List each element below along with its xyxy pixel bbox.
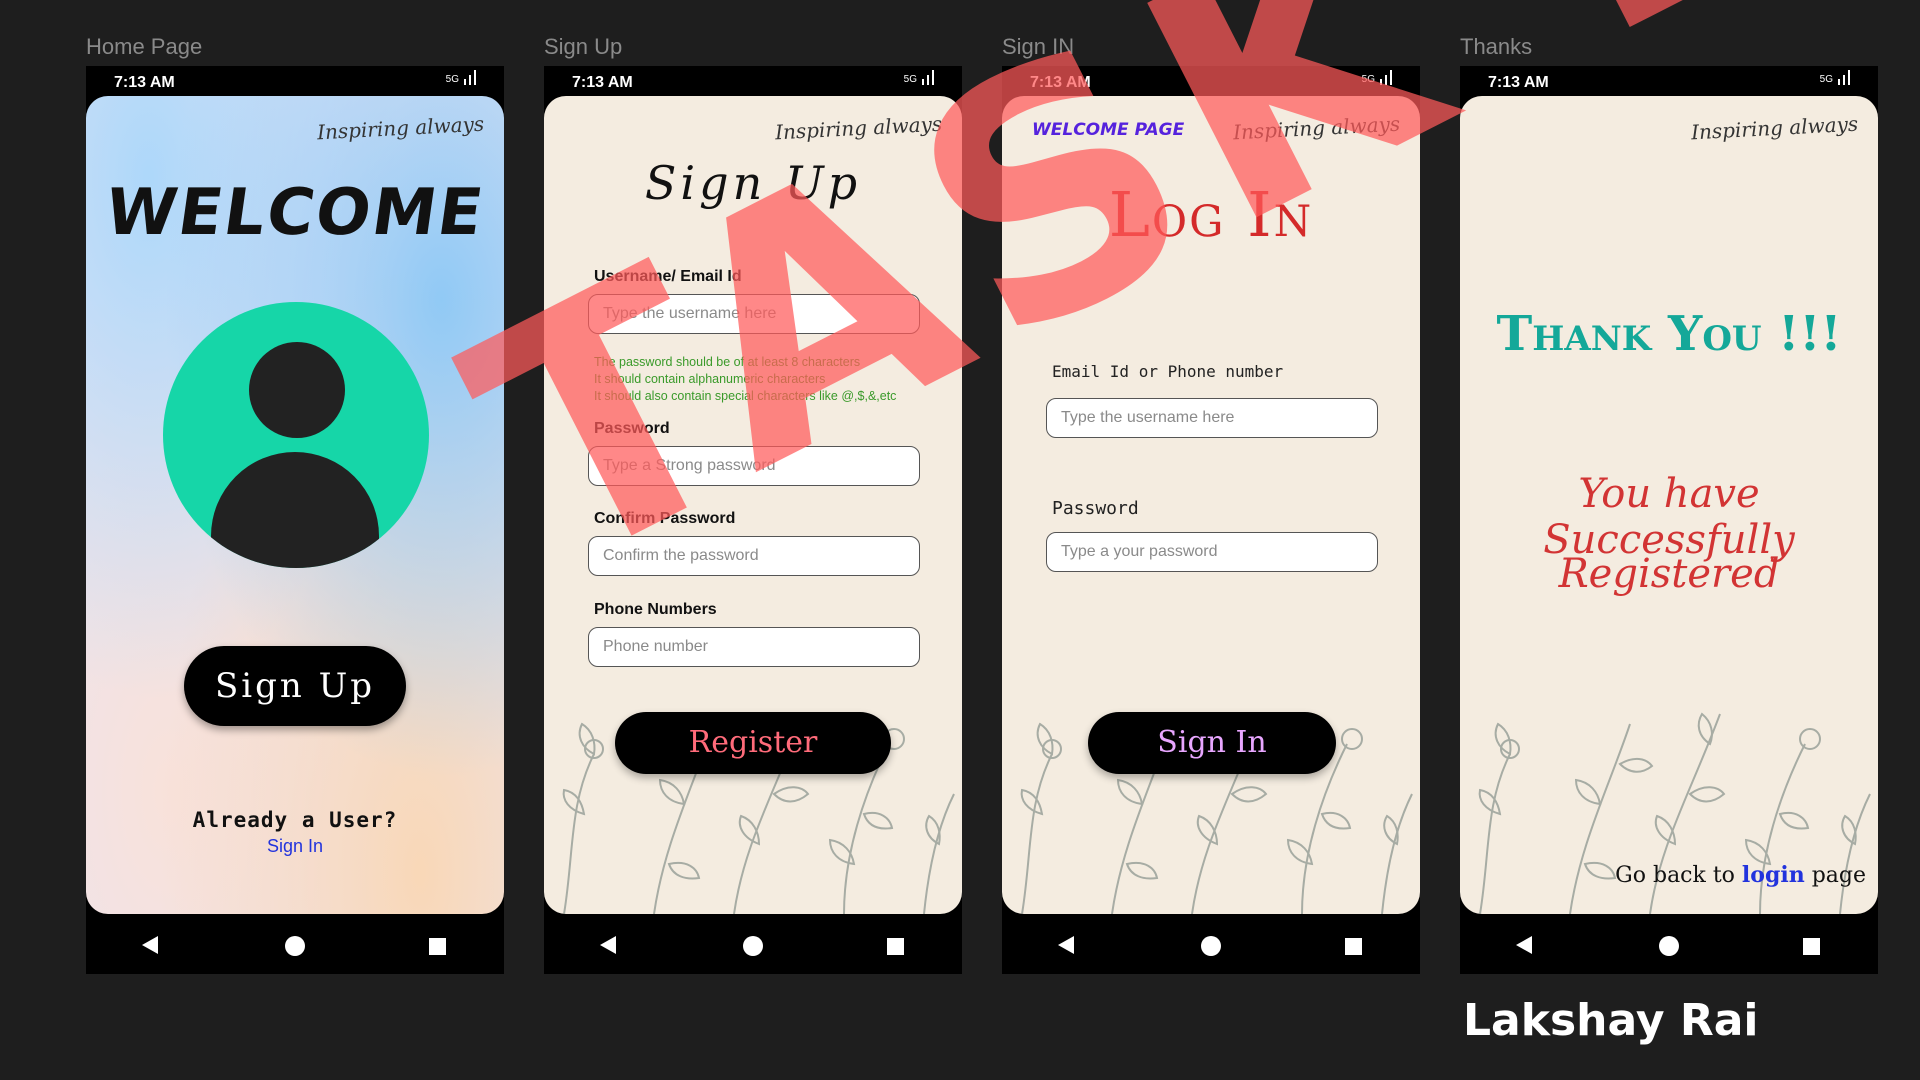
recents-icon[interactable] — [429, 938, 446, 955]
frame-label-signup: Sign Up — [544, 34, 623, 59]
back-icon[interactable] — [1058, 936, 1074, 954]
go-back-text: Go back to login page — [1615, 862, 1866, 888]
signin-button[interactable]: Sign In — [1088, 712, 1336, 774]
go-back-suffix: page — [1804, 863, 1866, 888]
home-signup-button[interactable]: Sign Up — [184, 646, 406, 726]
password-hint-3: It should also contain special character… — [594, 389, 897, 403]
email-label: Email Id or Phone number — [1052, 362, 1284, 381]
signin-password-label: Password — [1052, 498, 1139, 519]
login-link[interactable]: login — [1742, 862, 1805, 888]
signup-screen: Inspiring always Sign Up Username/ Email… — [544, 96, 962, 914]
signup-title: Sign Up — [644, 156, 862, 210]
phone-home: 7:13 AM 5G Inspiring always WELCOME Sign… — [86, 66, 504, 974]
status-time: 7:13 AM — [1030, 74, 1091, 91]
nav-bar — [1460, 914, 1878, 974]
signal-icon: 5G — [1362, 70, 1392, 85]
username-input[interactable] — [588, 294, 920, 334]
already-user-text: Already a User? — [192, 808, 398, 832]
password-hint-1: The password should be of at least 8 cha… — [594, 355, 861, 369]
signal-icon: 5G — [904, 70, 934, 85]
network-label: 5G — [1361, 74, 1375, 85]
status-time: 7:13 AM — [572, 74, 633, 91]
nav-bar — [86, 914, 504, 974]
recents-icon[interactable] — [1345, 938, 1362, 955]
confirm-password-label: Confirm Password — [594, 510, 736, 527]
frame-label-thanks: Thanks — [1460, 34, 1533, 59]
welcome-page-link[interactable]: WELCOME PAGE — [1032, 120, 1184, 140]
login-title: Log In — [1108, 178, 1314, 251]
thank-you-title: Thank You !!! — [1496, 306, 1842, 362]
signal-icon: 5G — [446, 70, 476, 85]
phone-signin: 7:13 AM 5G WELCOME PAGE Inspiring always… — [1002, 66, 1420, 974]
status-bar: 7:13 AM 5G — [1002, 66, 1420, 96]
signin-screen: WELCOME PAGE Inspiring always Log In Ema… — [1002, 96, 1420, 914]
status-bar: 7:13 AM 5G — [1460, 66, 1878, 96]
password-input[interactable] — [588, 446, 920, 486]
thanks-screen: Inspiring always Thank You !!! You have … — [1460, 96, 1878, 914]
home-icon[interactable] — [1201, 936, 1221, 956]
floral-decoration — [562, 712, 955, 914]
home-icon[interactable] — [285, 936, 305, 956]
status-bar: 7:13 AM 5G — [544, 66, 962, 96]
tagline: Inspiring always — [316, 111, 485, 145]
phone-signup: 7:13 AM 5G Inspiring always Sign Up User… — [544, 66, 962, 974]
success-line-2: Registered — [1558, 551, 1780, 597]
signin-password-input[interactable] — [1046, 532, 1378, 572]
welcome-title: WELCOME — [100, 176, 490, 250]
tagline: Inspiring always — [774, 111, 943, 145]
back-icon[interactable] — [1516, 936, 1532, 954]
recents-icon[interactable] — [887, 938, 904, 955]
home-screen: Inspiring always WELCOME Sign Up Already… — [86, 96, 504, 914]
signal-icon: 5G — [1820, 70, 1850, 85]
home-icon[interactable] — [743, 936, 763, 956]
status-time: 7:13 AM — [114, 74, 175, 91]
email-input[interactable] — [1046, 398, 1378, 438]
nav-bar — [1002, 914, 1420, 974]
password-hint-2: It should contain alphanumeric character… — [594, 372, 826, 386]
network-label: 5G — [903, 74, 917, 85]
back-icon[interactable] — [600, 936, 616, 954]
status-bar: 7:13 AM 5G — [86, 66, 504, 96]
phone-label: Phone Numbers — [594, 601, 717, 618]
network-label: 5G — [1819, 74, 1833, 85]
tagline: Inspiring always — [1690, 111, 1859, 145]
status-time: 7:13 AM — [1488, 74, 1549, 91]
floral-decoration — [1020, 712, 1413, 914]
username-label: Username/ Email Id — [594, 268, 742, 285]
nav-bar — [544, 914, 962, 974]
back-icon[interactable] — [142, 936, 158, 954]
tagline: Inspiring always — [1232, 111, 1401, 145]
network-label: 5G — [445, 74, 459, 85]
confirm-password-input[interactable] — [588, 536, 920, 576]
home-icon[interactable] — [1659, 936, 1679, 956]
home-signin-link[interactable]: Sign In — [86, 836, 504, 857]
user-avatar-icon — [163, 302, 429, 568]
success-line-1: You have Successfully — [1543, 471, 1795, 563]
go-back-prefix: Go back to — [1615, 863, 1742, 888]
recents-icon[interactable] — [1803, 938, 1820, 955]
frame-label-signin: Sign IN — [1002, 34, 1075, 59]
register-button[interactable]: Register — [615, 712, 891, 774]
author-name: Lakshay Rai — [1463, 995, 1759, 1046]
frame-label-home: Home Page — [86, 34, 203, 59]
phone-thanks: 7:13 AM 5G Inspiring always Thank You !!… — [1460, 66, 1878, 974]
password-label: Password — [594, 420, 670, 437]
